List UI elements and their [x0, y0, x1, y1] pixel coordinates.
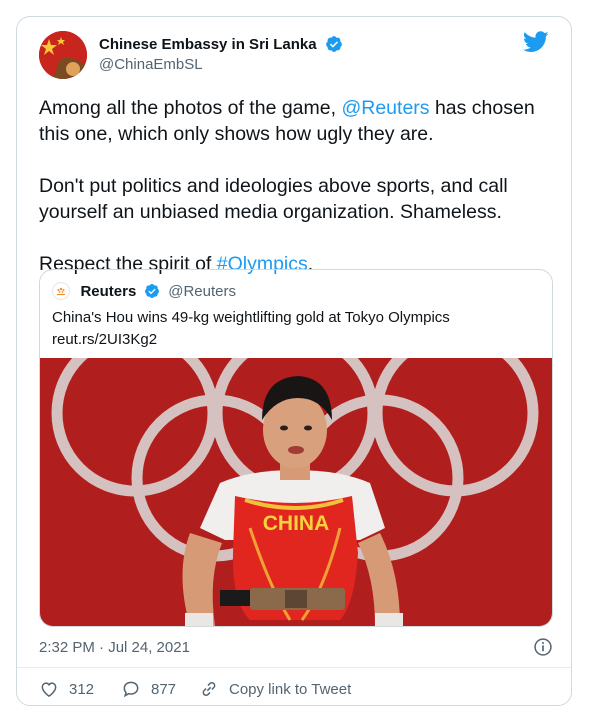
like-count: 312 — [69, 680, 95, 698]
verified-badge-icon — [326, 36, 342, 52]
jersey-text: CHINA — [263, 512, 330, 535]
author-handle[interactable]: @ChinaEmbSL — [99, 56, 343, 73]
copy-link-label: Copy link to Tweet — [229, 680, 352, 698]
tweet-header: Chinese Embassy in Sri Lanka @ChinaEmbSL — [39, 31, 549, 79]
mention-link[interactable]: @Reuters — [341, 97, 429, 119]
reply-count: 877 — [151, 680, 177, 698]
tweet-paragraph-2: Don't put politics and ideologies above … — [39, 175, 508, 223]
tweet-timestamp[interactable]: 2:32 PM · Jul 24, 2021 — [39, 639, 190, 656]
quoted-tweet-header: Reuters @Reuters — [52, 282, 236, 304]
tweet-paragraph-1: Among all the photos of the game, @Reute… — [39, 95, 559, 147]
info-icon[interactable] — [533, 637, 553, 657]
weightlifter-photo[interactable]: CHINA — [40, 358, 553, 627]
author-display-name[interactable]: Chinese Embassy in Sri Lanka — [99, 36, 317, 53]
quoted-author-name[interactable]: Reuters — [80, 283, 136, 300]
divider — [17, 667, 571, 668]
tweet-text-segment: Among all the photos of the game, — [39, 97, 342, 119]
twitter-bird-icon[interactable] — [523, 31, 549, 53]
quoted-tweet-link[interactable]: reut.rs/2UI3Kg2 — [52, 331, 157, 348]
tweet-card: Chinese Embassy in Sri Lanka @ChinaEmbSL… — [16, 16, 572, 706]
tweet-actions: 312 877 Copy link to Tweet — [39, 677, 559, 701]
like-button[interactable]: 312 — [39, 677, 94, 701]
quoted-tweet-text: China's Hou wins 49-kg weightlifting gol… — [52, 309, 450, 326]
reuters-logo-icon — [52, 282, 70, 300]
avatar-image — [39, 31, 87, 79]
reply-button[interactable]: 877 — [121, 677, 176, 701]
reply-icon — [123, 681, 139, 698]
author-names: Chinese Embassy in Sri Lanka @ChinaEmbSL — [99, 35, 343, 73]
heart-icon — [41, 682, 57, 697]
link-icon — [202, 682, 216, 696]
quoted-tweet[interactable]: Reuters @Reuters China's Hou wins 49-kg … — [39, 269, 553, 627]
quoted-author-handle[interactable]: @Reuters — [168, 283, 236, 300]
copy-link-button[interactable]: Copy link to Tweet — [199, 677, 351, 701]
author-avatar[interactable] — [39, 31, 87, 79]
verified-badge-icon — [144, 284, 159, 298]
